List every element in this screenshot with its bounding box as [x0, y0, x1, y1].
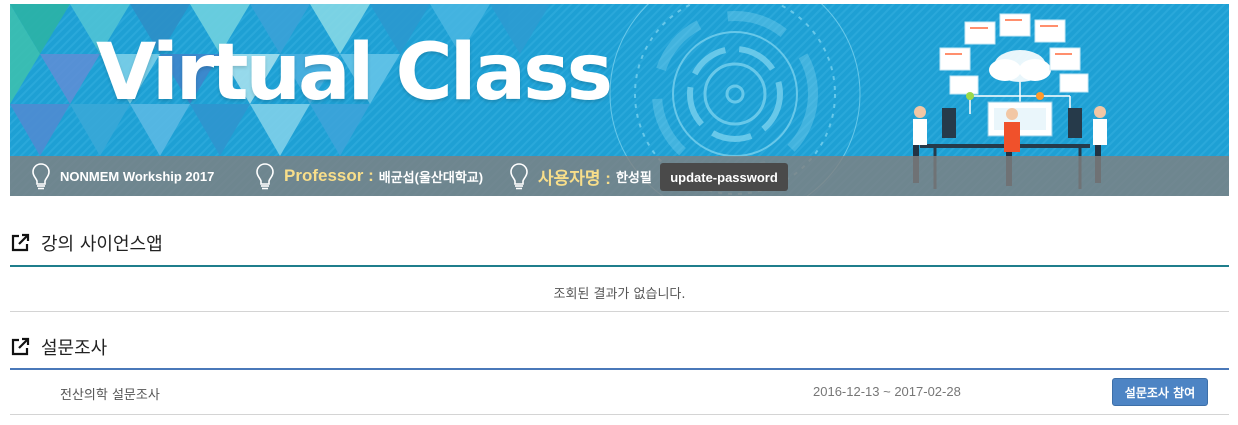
survey-section-header: 설문조사 [10, 328, 1229, 366]
survey-period: 2016-12-13 ~ 2017-02-28 [813, 384, 961, 399]
list-item: 전산의학 설문조사 2016-12-13 ~ 2017-02-28 설문조사 참… [10, 372, 1229, 412]
professor-info: Professor : 배균섭(울산대학교) [256, 156, 483, 196]
professor-label: Professor : [284, 166, 374, 185]
user-info: 사용자명 : 한성필 [510, 156, 652, 196]
external-link-icon [11, 233, 30, 252]
empty-result-message: 조회된 결과가 없습니다. [553, 287, 686, 302]
row-divider [10, 311, 1229, 312]
user-label: 사용자명 : [538, 168, 611, 188]
lightbulb-icon [32, 163, 50, 190]
update-password-button[interactable]: update-password [660, 163, 788, 191]
course-info: NONMEM Workship 2017 [32, 156, 214, 196]
survey-name: 전산의학 설문조사 [60, 388, 160, 403]
site-title: Virtual Class [96, 28, 613, 118]
professor-name: 배균섭(울산대학교) [378, 169, 484, 185]
join-survey-button[interactable]: 설문조사 참여 [1112, 378, 1208, 406]
row-divider [10, 414, 1229, 415]
external-link-icon [11, 337, 30, 356]
section-divider [10, 368, 1229, 370]
lightbulb-icon [256, 163, 274, 190]
header-banner: Virtual Class NONMEM Workship 2017 Profe… [10, 4, 1229, 196]
section-divider [10, 265, 1229, 267]
info-bar: NONMEM Workship 2017 Professor : 배균섭(울산대… [10, 156, 1229, 196]
user-name: 한성필 [615, 169, 652, 185]
section-title: 강의 사이언스앱 [41, 234, 163, 255]
lightbulb-icon [510, 163, 528, 190]
science-app-section-header: 강의 사이언스앱 [10, 224, 1229, 262]
section-title: 설문조사 [41, 338, 108, 359]
course-name: NONMEM Workship 2017 [60, 168, 215, 184]
